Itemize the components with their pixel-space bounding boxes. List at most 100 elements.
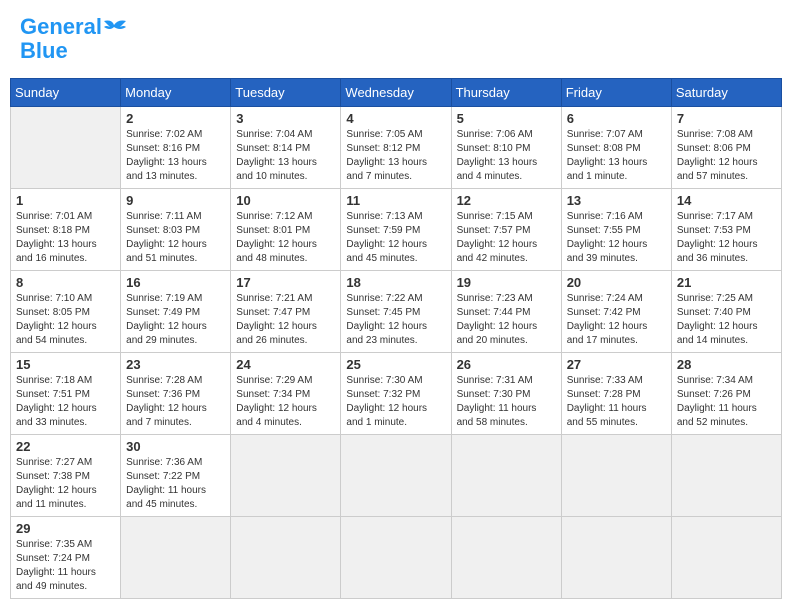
day-number: 13 <box>567 193 666 208</box>
calendar-cell: 12 Sunrise: 7:15 AM Sunset: 7:57 PM Dayli… <box>451 189 561 271</box>
day-number: 22 <box>16 439 115 454</box>
calendar-cell: 24 Sunrise: 7:29 AM Sunset: 7:34 PM Dayli… <box>231 353 341 435</box>
calendar-cell <box>451 517 561 599</box>
day-number: 20 <box>567 275 666 290</box>
calendar-cell: 2 Sunrise: 7:02 AM Sunset: 8:16 PM Daylig… <box>121 107 231 189</box>
day-info: Sunrise: 7:13 AM Sunset: 7:59 PM Dayligh… <box>346 210 445 266</box>
calendar-cell: 9Sunrise: 7:11 AM Sunset: 8:03 PM Daylig… <box>121 189 231 271</box>
calendar-cell: 20 Sunrise: 7:24 AM Sunset: 7:42 PM Dayli… <box>561 271 671 353</box>
day-info: Sunrise: 7:22 AM Sunset: 7:45 PM Dayligh… <box>346 292 445 348</box>
calendar-cell <box>341 517 451 599</box>
day-number: 3 <box>236 111 335 126</box>
day-info: Sunrise: 7:25 AM Sunset: 7:40 PM Dayligh… <box>677 292 776 348</box>
calendar-week-row: 22 Sunrise: 7:27 AM Sunset: 7:38 PM Dayli… <box>11 435 782 517</box>
day-info: Sunrise: 7:08 AM Sunset: 8:06 PM Dayligh… <box>677 128 776 184</box>
logo-text: GeneralBlue <box>20 15 102 63</box>
calendar-cell: 15 Sunrise: 7:18 AM Sunset: 7:51 PM Dayli… <box>11 353 121 435</box>
logo-bird-icon <box>100 17 128 41</box>
calendar-cell: 11Sunrise: 7:13 AM Sunset: 7:59 PM Dayli… <box>341 189 451 271</box>
day-number: 29 <box>16 521 115 536</box>
day-info: Sunrise: 7:04 AM Sunset: 8:14 PM Dayligh… <box>236 128 335 184</box>
calendar-cell <box>451 435 561 517</box>
day-number: 1 <box>16 193 115 208</box>
calendar-cell: 19Sunrise: 7:23 AM Sunset: 7:44 PM Dayli… <box>451 271 561 353</box>
calendar-cell: 5Sunrise: 7:06 AM Sunset: 8:10 PM Daylig… <box>451 107 561 189</box>
calendar-cell: 4 Sunrise: 7:05 AM Sunset: 8:12 PM Daylig… <box>341 107 451 189</box>
day-number: 7 <box>677 111 776 126</box>
day-info: Sunrise: 7:17 AM Sunset: 7:53 PM Dayligh… <box>677 210 776 266</box>
calendar-cell: 22 Sunrise: 7:27 AM Sunset: 7:38 PM Dayli… <box>11 435 121 517</box>
day-number: 4 <box>346 111 445 126</box>
calendar-cell <box>561 435 671 517</box>
header-row: SundayMondayTuesdayWednesdayThursdayFrid… <box>11 79 782 107</box>
day-info: Sunrise: 7:19 AM Sunset: 7:49 PM Dayligh… <box>126 292 225 348</box>
column-header-friday: Friday <box>561 79 671 107</box>
day-number: 6 <box>567 111 666 126</box>
calendar-cell: 18 Sunrise: 7:22 AM Sunset: 7:45 PM Dayli… <box>341 271 451 353</box>
calendar-cell: 26 Sunrise: 7:31 AM Sunset: 7:30 PM Dayli… <box>451 353 561 435</box>
day-number: 27 <box>567 357 666 372</box>
day-number: 23 <box>126 357 225 372</box>
day-number: 26 <box>457 357 556 372</box>
day-info: Sunrise: 7:23 AM Sunset: 7:44 PM Dayligh… <box>457 292 556 348</box>
column-header-sunday: Sunday <box>11 79 121 107</box>
day-number: 18 <box>346 275 445 290</box>
calendar-cell: 14 Sunrise: 7:17 AM Sunset: 7:53 PM Dayli… <box>671 189 781 271</box>
day-info: Sunrise: 7:15 AM Sunset: 7:57 PM Dayligh… <box>457 210 556 266</box>
day-info: Sunrise: 7:02 AM Sunset: 8:16 PM Dayligh… <box>126 128 225 184</box>
day-info: Sunrise: 7:31 AM Sunset: 7:30 PM Dayligh… <box>457 374 556 430</box>
calendar-cell: 13Sunrise: 7:16 AM Sunset: 7:55 PM Dayli… <box>561 189 671 271</box>
column-header-thursday: Thursday <box>451 79 561 107</box>
day-number: 15 <box>16 357 115 372</box>
calendar-cell: 16 Sunrise: 7:19 AM Sunset: 7:49 PM Dayli… <box>121 271 231 353</box>
day-info: Sunrise: 7:18 AM Sunset: 7:51 PM Dayligh… <box>16 374 115 430</box>
day-info: Sunrise: 7:12 AM Sunset: 8:01 PM Dayligh… <box>236 210 335 266</box>
calendar-cell: 25 Sunrise: 7:30 AM Sunset: 7:32 PM Dayli… <box>341 353 451 435</box>
calendar-cell: 23Sunrise: 7:28 AM Sunset: 7:36 PM Dayli… <box>121 353 231 435</box>
calendar-week-row: 2 Sunrise: 7:02 AM Sunset: 8:16 PM Daylig… <box>11 107 782 189</box>
day-number: 16 <box>126 275 225 290</box>
day-info: Sunrise: 7:24 AM Sunset: 7:42 PM Dayligh… <box>567 292 666 348</box>
day-number: 12 <box>457 193 556 208</box>
calendar-cell: 10 Sunrise: 7:12 AM Sunset: 8:01 PM Dayli… <box>231 189 341 271</box>
calendar-cell <box>231 435 341 517</box>
day-info: Sunrise: 7:10 AM Sunset: 8:05 PM Dayligh… <box>16 292 115 348</box>
calendar-cell <box>561 517 671 599</box>
calendar-cell <box>121 517 231 599</box>
day-number: 14 <box>677 193 776 208</box>
day-info: Sunrise: 7:35 AM Sunset: 7:24 PM Dayligh… <box>16 538 115 594</box>
calendar-cell: 1 Sunrise: 7:01 AM Sunset: 8:18 PM Daylig… <box>11 189 121 271</box>
calendar-cell <box>671 435 781 517</box>
calendar-cell: 7 Sunrise: 7:08 AM Sunset: 8:06 PM Daylig… <box>671 107 781 189</box>
column-header-tuesday: Tuesday <box>231 79 341 107</box>
calendar-cell: 30 Sunrise: 7:36 AM Sunset: 7:22 PM Dayli… <box>121 435 231 517</box>
calendar-table: SundayMondayTuesdayWednesdayThursdayFrid… <box>10 78 782 599</box>
day-info: Sunrise: 7:36 AM Sunset: 7:22 PM Dayligh… <box>126 456 225 512</box>
day-number: 25 <box>346 357 445 372</box>
day-number: 17 <box>236 275 335 290</box>
day-info: Sunrise: 7:01 AM Sunset: 8:18 PM Dayligh… <box>16 210 115 266</box>
calendar-cell: 17Sunrise: 7:21 AM Sunset: 7:47 PM Dayli… <box>231 271 341 353</box>
calendar-week-row: 29 Sunrise: 7:35 AM Sunset: 7:24 PM Dayli… <box>11 517 782 599</box>
day-number: 24 <box>236 357 335 372</box>
day-info: Sunrise: 7:27 AM Sunset: 7:38 PM Dayligh… <box>16 456 115 512</box>
calendar-cell: 3 Sunrise: 7:04 AM Sunset: 8:14 PM Daylig… <box>231 107 341 189</box>
page-header: GeneralBlue <box>10 10 782 68</box>
calendar-cell <box>11 107 121 189</box>
day-info: Sunrise: 7:06 AM Sunset: 8:10 PM Dayligh… <box>457 128 556 184</box>
column-header-monday: Monday <box>121 79 231 107</box>
logo: GeneralBlue <box>20 15 128 63</box>
day-number: 9 <box>126 193 225 208</box>
day-number: 8 <box>16 275 115 290</box>
day-number: 2 <box>126 111 225 126</box>
calendar-cell: 21Sunrise: 7:25 AM Sunset: 7:40 PM Dayli… <box>671 271 781 353</box>
day-info: Sunrise: 7:29 AM Sunset: 7:34 PM Dayligh… <box>236 374 335 430</box>
day-info: Sunrise: 7:05 AM Sunset: 8:12 PM Dayligh… <box>346 128 445 184</box>
day-number: 30 <box>126 439 225 454</box>
day-info: Sunrise: 7:33 AM Sunset: 7:28 PM Dayligh… <box>567 374 666 430</box>
calendar-cell: 29 Sunrise: 7:35 AM Sunset: 7:24 PM Dayli… <box>11 517 121 599</box>
day-number: 10 <box>236 193 335 208</box>
calendar-cell: 28Sunrise: 7:34 AM Sunset: 7:26 PM Dayli… <box>671 353 781 435</box>
day-info: Sunrise: 7:30 AM Sunset: 7:32 PM Dayligh… <box>346 374 445 430</box>
calendar-cell <box>231 517 341 599</box>
